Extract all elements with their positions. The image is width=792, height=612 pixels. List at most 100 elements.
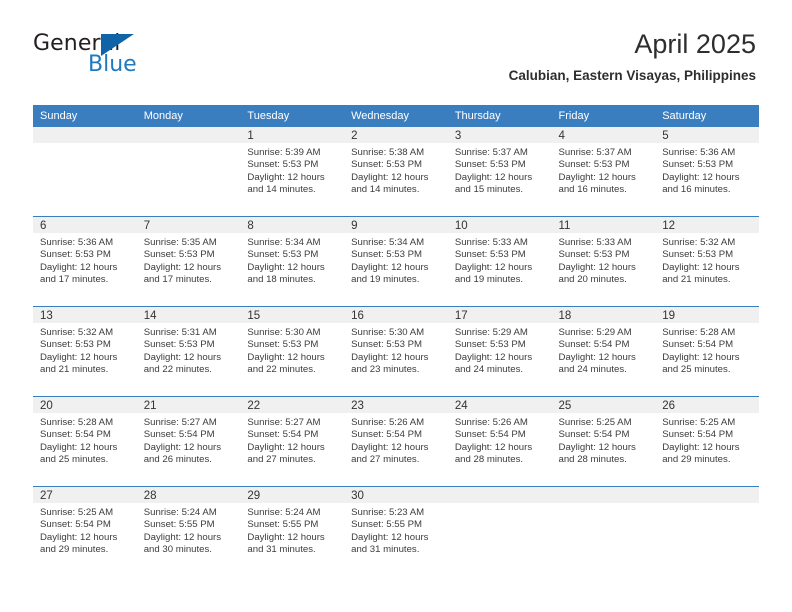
daylight-duration-line1: Daylight: 12 hours bbox=[143, 441, 222, 453]
sunset-time: Sunset: 5:53 PM bbox=[662, 249, 734, 261]
calendar-day-cell[interactable]: 24 Sunrise: 5:26 AM Sunset: 5:54 PM Dayligh… bbox=[447, 396, 552, 487]
sunrise-time: Sunrise: 5:37 AM bbox=[454, 147, 528, 158]
calendar-day-cell[interactable]: 7 Sunrise: 5:35 AM Sunset: 5:53 PM Daylight… bbox=[136, 216, 241, 307]
daylight-duration-line2: and 22 minutes. bbox=[143, 364, 212, 376]
sunset-time: Sunset: 5:53 PM bbox=[351, 159, 423, 171]
day-number bbox=[33, 127, 137, 143]
calendar-day-cell[interactable]: 1 Sunrise: 5:39 AM Sunset: 5:53 PM Daylight… bbox=[240, 127, 345, 217]
calendar-day-cell[interactable]: 19 Sunrise: 5:28 AM Sunset: 5:54 PM Dayligh… bbox=[655, 306, 759, 397]
day-details: Sunrise: 5:27 AM Sunset: 5:54 PM Daylight:… bbox=[137, 413, 241, 467]
day-number: 5 bbox=[655, 127, 759, 143]
sunrise-time: Sunrise: 5:37 AM bbox=[558, 147, 632, 158]
sunrise-time: Sunrise: 5:30 AM bbox=[247, 327, 321, 338]
weekday-header-thursday: Thursday bbox=[447, 105, 552, 127]
day-number: 14 bbox=[136, 307, 241, 323]
day-number: 19 bbox=[655, 307, 759, 323]
daylight-duration-line2: and 29 minutes. bbox=[662, 454, 731, 466]
calendar-day-cell[interactable]: 15 Sunrise: 5:30 AM Sunset: 5:53 PM Dayligh… bbox=[240, 306, 345, 397]
sunrise-time: Sunrise: 5:27 AM bbox=[143, 417, 217, 428]
calendar-day-cell[interactable]: 6 Sunrise: 5:36 AM Sunset: 5:53 PM Daylight… bbox=[33, 216, 137, 307]
day-number: 16 bbox=[344, 307, 448, 323]
calendar-day-cell[interactable]: 10 Sunrise: 5:33 AM Sunset: 5:53 PM Dayligh… bbox=[447, 216, 552, 307]
calendar-empty-cell bbox=[33, 127, 137, 217]
daylight-duration-line2: and 21 minutes. bbox=[662, 274, 731, 286]
day-number: 17 bbox=[447, 307, 552, 323]
calendar-day-cell[interactable]: 4 Sunrise: 5:37 AM Sunset: 5:53 PM Daylight… bbox=[551, 127, 656, 217]
calendar-day-cell[interactable]: 12 Sunrise: 5:32 AM Sunset: 5:53 PM Dayligh… bbox=[655, 216, 759, 307]
day-details: Sunrise: 5:35 AM Sunset: 5:53 PM Daylight:… bbox=[137, 233, 241, 287]
daylight-duration-line2: and 24 minutes. bbox=[558, 364, 627, 376]
generalblue-logo[interactable]: General Blue bbox=[33, 32, 233, 82]
calendar-day-cell[interactable]: 23 Sunrise: 5:26 AM Sunset: 5:54 PM Dayligh… bbox=[344, 396, 448, 487]
calendar-day-cell[interactable]: 16 Sunrise: 5:30 AM Sunset: 5:53 PM Dayligh… bbox=[344, 306, 448, 397]
calendar-day-cell[interactable]: 29 Sunrise: 5:24 AM Sunset: 5:55 PM Dayligh… bbox=[240, 486, 345, 576]
day-number: 30 bbox=[344, 487, 448, 503]
calendar-day-cell[interactable]: 26 Sunrise: 5:25 AM Sunset: 5:54 PM Dayligh… bbox=[655, 396, 759, 487]
daylight-duration-line2: and 21 minutes. bbox=[40, 364, 109, 376]
day-number: 2 bbox=[344, 127, 448, 143]
calendar-day-cell[interactable]: 18 Sunrise: 5:29 AM Sunset: 5:54 PM Dayligh… bbox=[551, 306, 656, 397]
weekday-header-sunday: Sunday bbox=[33, 105, 137, 127]
calendar-day-cell[interactable]: 25 Sunrise: 5:25 AM Sunset: 5:54 PM Dayligh… bbox=[551, 396, 656, 487]
daylight-duration-line1: Daylight: 12 hours bbox=[247, 171, 325, 183]
daylight-duration-line2: and 14 minutes. bbox=[351, 184, 420, 196]
calendar-day-cell[interactable]: 5 Sunrise: 5:36 AM Sunset: 5:53 PM Daylight… bbox=[655, 127, 759, 217]
day-details: Sunrise: 5:30 AM Sunset: 5:53 PM Daylight:… bbox=[344, 323, 448, 377]
calendar-day-cell[interactable]: 8 Sunrise: 5:34 AM Sunset: 5:53 PM Daylight… bbox=[240, 216, 345, 307]
daylight-duration-line1: Daylight: 12 hours bbox=[143, 531, 222, 543]
calendar-day-cell[interactable]: 30 Sunrise: 5:23 AM Sunset: 5:55 PM Dayligh… bbox=[344, 486, 448, 576]
day-number: 27 bbox=[33, 487, 137, 503]
sunset-time: Sunset: 5:53 PM bbox=[662, 159, 734, 171]
calendar-day-cell[interactable]: 17 Sunrise: 5:29 AM Sunset: 5:53 PM Dayligh… bbox=[447, 306, 552, 397]
calendar-day-cell[interactable]: 20 Sunrise: 5:28 AM Sunset: 5:54 PM Dayligh… bbox=[33, 396, 137, 487]
day-details: Sunrise: 5:27 AM Sunset: 5:54 PM Daylight:… bbox=[240, 413, 344, 467]
day-number: 22 bbox=[240, 397, 345, 413]
day-details: Sunrise: 5:37 AM Sunset: 5:53 PM Daylight:… bbox=[448, 143, 552, 197]
daylight-duration-line2: and 16 minutes. bbox=[558, 184, 627, 196]
calendar-day-cell[interactable]: 11 Sunrise: 5:33 AM Sunset: 5:53 PM Dayligh… bbox=[551, 216, 656, 307]
calendar-empty-cell bbox=[655, 486, 759, 576]
calendar-empty-cell bbox=[551, 486, 656, 576]
calendar-day-cell[interactable]: 28 Sunrise: 5:24 AM Sunset: 5:55 PM Dayligh… bbox=[136, 486, 241, 576]
sunset-time: Sunset: 5:53 PM bbox=[143, 249, 215, 261]
sunset-time: Sunset: 5:53 PM bbox=[351, 249, 423, 261]
day-details: Sunrise: 5:24 AM Sunset: 5:55 PM Daylight:… bbox=[137, 503, 241, 557]
calendar-day-cell[interactable]: 3 Sunrise: 5:37 AM Sunset: 5:53 PM Daylight… bbox=[447, 127, 552, 217]
weekday-header-saturday: Saturday bbox=[655, 105, 759, 127]
calendar-header-row-group: Sunday Monday Tuesday Wednesday Thursday… bbox=[33, 105, 759, 127]
calendar-day-cell[interactable]: 27 Sunrise: 5:25 AM Sunset: 5:54 PM Dayligh… bbox=[33, 486, 137, 576]
day-details: Sunrise: 5:29 AM Sunset: 5:54 PM Daylight:… bbox=[552, 323, 656, 377]
calendar-day-cell[interactable]: 14 Sunrise: 5:31 AM Sunset: 5:53 PM Dayligh… bbox=[136, 306, 241, 397]
sunrise-time: Sunrise: 5:28 AM bbox=[40, 417, 114, 428]
day-details: Sunrise: 5:25 AM Sunset: 5:54 PM Daylight:… bbox=[552, 413, 656, 467]
daylight-duration-line2: and 30 minutes. bbox=[143, 544, 212, 556]
day-number: 10 bbox=[447, 217, 552, 233]
sunrise-time: Sunrise: 5:33 AM bbox=[454, 237, 528, 248]
sunrise-time: Sunrise: 5:25 AM bbox=[558, 417, 632, 428]
day-details: Sunrise: 5:33 AM Sunset: 5:53 PM Daylight:… bbox=[448, 233, 552, 287]
day-details: Sunrise: 5:24 AM Sunset: 5:55 PM Daylight:… bbox=[240, 503, 344, 557]
day-details: Sunrise: 5:37 AM Sunset: 5:53 PM Daylight:… bbox=[552, 143, 656, 197]
daylight-duration-line1: Daylight: 12 hours bbox=[662, 261, 740, 273]
day-details: Sunrise: 5:25 AM Sunset: 5:54 PM Daylight:… bbox=[33, 503, 137, 557]
sunset-time: Sunset: 5:53 PM bbox=[40, 249, 111, 261]
title-block: April 2025 Calubian, Eastern Visayas, Ph… bbox=[509, 28, 756, 84]
calendar-day-cell[interactable]: 9 Sunrise: 5:34 AM Sunset: 5:53 PM Daylight… bbox=[344, 216, 448, 307]
calendar-day-cell[interactable]: 21 Sunrise: 5:27 AM Sunset: 5:54 PM Dayligh… bbox=[136, 396, 241, 487]
daylight-duration-line2: and 19 minutes. bbox=[454, 274, 524, 286]
sunrise-time: Sunrise: 5:30 AM bbox=[351, 327, 425, 338]
day-number: 8 bbox=[240, 217, 345, 233]
calendar-day-cell[interactable]: 2 Sunrise: 5:38 AM Sunset: 5:53 PM Daylight… bbox=[344, 127, 448, 217]
sunrise-time: Sunrise: 5:24 AM bbox=[143, 507, 217, 518]
daylight-duration-line1: Daylight: 12 hours bbox=[662, 351, 740, 363]
calendar-week-row: 1 Sunrise: 5:39 AM Sunset: 5:53 PM Daylight… bbox=[33, 127, 759, 217]
day-details: Sunrise: 5:26 AM Sunset: 5:54 PM Daylight:… bbox=[344, 413, 448, 467]
daylight-duration-line1: Daylight: 12 hours bbox=[454, 261, 533, 273]
daylight-duration-line2: and 14 minutes. bbox=[247, 184, 316, 196]
day-details: Sunrise: 5:32 AM Sunset: 5:53 PM Daylight:… bbox=[33, 323, 137, 377]
sunset-time: Sunset: 5:54 PM bbox=[662, 429, 734, 441]
day-number: 1 bbox=[240, 127, 345, 143]
calendar-day-cell[interactable]: 13 Sunrise: 5:32 AM Sunset: 5:53 PM Dayligh… bbox=[33, 306, 137, 397]
calendar-day-cell[interactable]: 22 Sunrise: 5:27 AM Sunset: 5:54 PM Dayligh… bbox=[240, 396, 345, 487]
day-details: Sunrise: 5:25 AM Sunset: 5:54 PM Daylight:… bbox=[655, 413, 759, 467]
